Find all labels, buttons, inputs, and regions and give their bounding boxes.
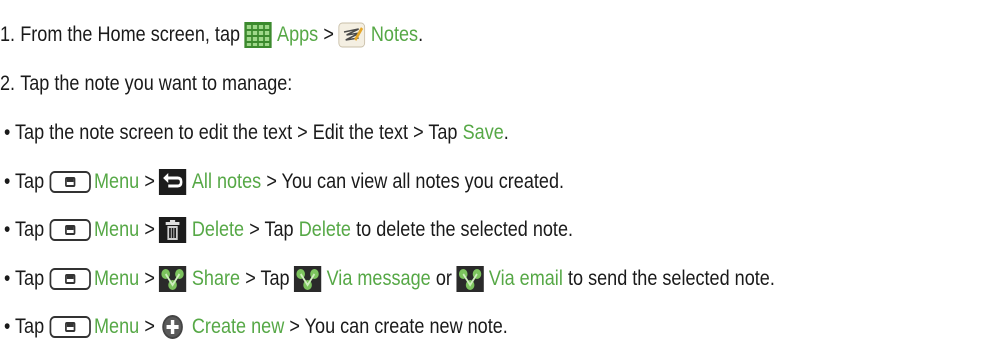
menu-key-icon: [49, 171, 91, 193]
share-icon: [293, 266, 322, 292]
notes-app-icon: [338, 22, 366, 48]
menu-key-icon: [49, 219, 91, 241]
menu-key-icon: [49, 316, 91, 338]
bullet-4-mid: > Tap: [245, 267, 290, 290]
share-icon: [456, 266, 484, 292]
bullet-create-new: • Tap Menu > Create new > You can create…: [4, 313, 508, 341]
menu-key-icon: [49, 268, 91, 290]
bullet-tap: • Tap: [4, 267, 45, 290]
apps-grid-icon: [244, 22, 272, 48]
bullet-3-rest: to delete the selected note.: [356, 218, 574, 241]
separator: >: [144, 315, 155, 338]
step-1: 1. From the Home screen, tap Apps > Note…: [0, 21, 423, 49]
back-arrow-icon: [159, 169, 187, 195]
step-1-end: .: [418, 23, 424, 46]
all-notes-label: All notes: [191, 170, 262, 193]
menu-label: Menu: [94, 218, 140, 241]
bullet-1-text: • Tap the note screen to edit the text >…: [4, 121, 458, 144]
menu-label: Menu: [94, 315, 140, 338]
step-2-text: Tap the note you want to manage:: [20, 72, 293, 95]
notes-instructions: 1. From the Home screen, tap Apps > Note…: [0, 0, 995, 360]
bullet-delete: • Tap Menu > Delete > Tap Delete to dele…: [4, 216, 573, 244]
bullet-3-mid: > Tap: [249, 218, 294, 241]
separator: >: [144, 267, 155, 290]
via-message-label: Via message: [326, 267, 431, 290]
bullet-tap: • Tap: [4, 218, 45, 241]
bullet-all-notes: • Tap Menu > All notes > You can view al…: [4, 168, 564, 196]
step-1-number: 1.: [0, 23, 16, 46]
bullet-share: • Tap Menu > Share > Tap Via message or …: [4, 265, 775, 293]
bullet-4-rest: to send the selected note.: [567, 267, 775, 290]
separator: >: [323, 23, 334, 46]
bullet-tap: • Tap: [4, 170, 45, 193]
or-text: or: [435, 267, 452, 290]
trash-icon: [159, 217, 187, 243]
save-label: Save: [462, 121, 504, 144]
separator: >: [144, 170, 155, 193]
create-new-label: Create new: [191, 315, 285, 338]
step-2-number: 2.: [0, 72, 16, 95]
bullet-edit-note: • Tap the note screen to edit the text >…: [4, 119, 509, 147]
notes-label: Notes: [370, 23, 419, 46]
bullet-2-rest: > You can view all notes you created.: [266, 170, 565, 193]
step-1-text: From the Home screen, tap: [20, 23, 241, 46]
menu-label: Menu: [94, 267, 140, 290]
apps-label: Apps: [277, 23, 319, 46]
step-2: 2. Tap the note you want to manage:: [0, 70, 292, 98]
delete-confirm-label: Delete: [298, 218, 351, 241]
plus-circle-icon: [159, 314, 187, 340]
bullet-5-rest: > You can create new note.: [289, 315, 508, 338]
bullet-1-end: .: [503, 121, 509, 144]
share-label: Share: [191, 267, 241, 290]
delete-label: Delete: [191, 218, 245, 241]
separator: >: [144, 218, 155, 241]
bullet-tap: • Tap: [4, 315, 45, 338]
via-email-label: Via email: [488, 267, 563, 290]
share-icon: [159, 266, 187, 292]
menu-label: Menu: [94, 170, 140, 193]
